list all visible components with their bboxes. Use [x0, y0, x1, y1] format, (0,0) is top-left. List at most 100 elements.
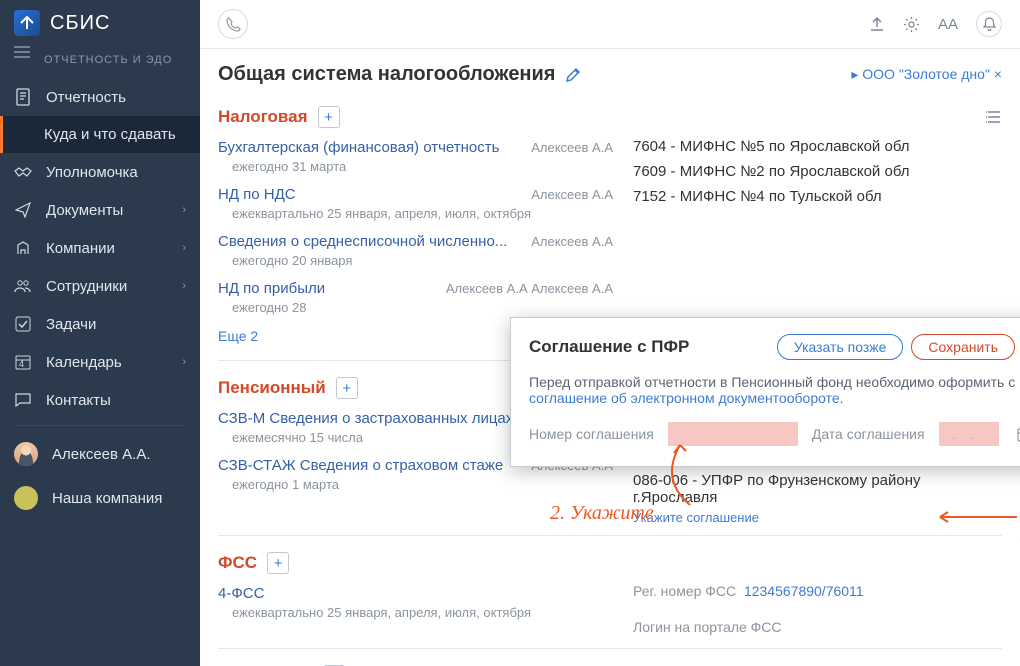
- people-icon: [14, 277, 32, 295]
- report-link[interactable]: СЗВ-М Сведения о застрахованных лицах: [218, 410, 513, 427]
- report-schedule: ежеквартально 25 января, апреля, июля, о…: [218, 203, 613, 223]
- menu-icon[interactable]: [14, 46, 30, 58]
- report-item: 4-ФСС ежеквартально 25 января, апреля, и…: [218, 580, 613, 627]
- add-button[interactable]: +: [318, 106, 340, 128]
- gear-icon[interactable]: [903, 16, 920, 33]
- report-schedule: ежегодно 20 января: [218, 250, 613, 270]
- report-schedule: ежегодно 31 марта: [218, 156, 613, 176]
- nav-label: Контакты: [46, 392, 111, 409]
- modal-title: Соглашение с ПФР: [529, 337, 689, 357]
- org-link[interactable]: ▸ ООО "Золотое дно" ×: [851, 66, 1002, 83]
- main: AA Общая система налогообложения ▸ ООО "…: [200, 0, 1020, 666]
- later-button[interactable]: Указать позже: [777, 334, 904, 360]
- nav-item-where-submit[interactable]: Куда и что сдавать: [0, 116, 200, 153]
- author-label: Алексеев А.А: [531, 140, 613, 155]
- nav-item-contacts[interactable]: Контакты: [0, 381, 200, 419]
- nav: Отчетность Куда и что сдавать Уполномочк…: [0, 78, 200, 520]
- chevron-right-icon: ›: [182, 356, 186, 368]
- section-tax-head: Налоговая +: [218, 100, 1002, 134]
- fss-login-label: Логин на портале ФСС: [633, 616, 1002, 638]
- nav-label: Календарь: [46, 354, 122, 371]
- report-link[interactable]: НД по прибыли: [218, 280, 325, 297]
- add-button[interactable]: +: [336, 377, 358, 399]
- divider: [218, 535, 1002, 536]
- report-item: Сведения о среднесписочной численно... А…: [218, 228, 613, 275]
- authority-item: 086-006 - УПФР по Фрунзенскому району г.…: [633, 468, 1002, 510]
- agreement-date-input[interactable]: [939, 422, 999, 446]
- report-item: НД по НДС Алексеев А.А ежеквартально 25 …: [218, 181, 613, 228]
- report-item: НД по прибыли Алексеев А.А Алексеев А.А …: [218, 275, 613, 322]
- section-stat-head: Статистика + 12345678: [218, 659, 613, 666]
- nav-label: Наша компания: [52, 490, 162, 507]
- font-size-icon[interactable]: AA: [938, 16, 958, 33]
- section-title: ФСС: [218, 553, 257, 573]
- nav-label: Сотрудники: [46, 278, 127, 295]
- handshake-icon: [14, 163, 32, 181]
- nav-item-user[interactable]: Алексеев А.А.: [0, 432, 200, 476]
- report-schedule: ежегодно 28: [218, 297, 613, 317]
- author-label: Алексеев А.А Алексеев А.А: [446, 281, 613, 296]
- number-label: Номер соглашения: [529, 426, 654, 442]
- report-link[interactable]: Бухгалтерская (финансовая) отчетность: [218, 139, 499, 156]
- divider: [218, 648, 1002, 649]
- nav-label: Компании: [46, 240, 115, 257]
- check-icon: [14, 315, 32, 333]
- report-link[interactable]: Сведения о среднесписочной численно...: [218, 233, 507, 250]
- nav-item-companies[interactable]: Компании ›: [0, 229, 200, 267]
- page-title: Общая система налогообложения: [218, 63, 555, 86]
- report-link[interactable]: СЗВ-СТАЖ Сведения о страховом стаже: [218, 457, 503, 474]
- chevron-right-icon: ›: [182, 280, 186, 292]
- date-label: Дата соглашения: [812, 426, 925, 442]
- separator: [14, 425, 186, 426]
- nav-label: Уполномочка: [46, 164, 138, 181]
- specify-agreement-link[interactable]: Укажите соглашение: [633, 510, 1002, 525]
- section-title: Пенсионный: [218, 378, 326, 398]
- fss-reg-number[interactable]: 1234567890/76011: [744, 583, 864, 599]
- author-label: Алексеев А.А: [531, 234, 613, 249]
- agreement-number-input[interactable]: [668, 422, 798, 446]
- authority-item: 7152 - МИФНС №4 по Тульской обл: [633, 184, 1002, 209]
- calendar-icon: 4: [14, 353, 32, 371]
- edit-icon[interactable]: [565, 67, 581, 83]
- nav-item-employees[interactable]: Сотрудники ›: [0, 267, 200, 305]
- fss-reg-row: Рег. номер ФСС 1234567890/76011: [633, 580, 1002, 602]
- report-schedule: ежеквартально 25 января, апреля, июля, о…: [218, 602, 613, 622]
- agreement-modal: Соглашение с ПФР Указать позже Сохранить…: [510, 317, 1020, 467]
- nav-item-auth[interactable]: Уполномочка: [0, 153, 200, 191]
- calendar-picker-icon[interactable]: [1017, 427, 1020, 442]
- bell-icon[interactable]: [976, 11, 1002, 37]
- send-icon: [14, 201, 32, 219]
- page-head: Общая система налогообложения ▸ ООО "Зол…: [218, 49, 1002, 100]
- authority-item: 7609 - МИФНС №2 по Ярославской обл: [633, 159, 1002, 184]
- add-button[interactable]: +: [267, 552, 289, 574]
- nav-item-reports[interactable]: Отчетность: [0, 78, 200, 116]
- company-avatar-icon: [14, 486, 38, 510]
- nav-item-docs[interactable]: Документы ›: [0, 191, 200, 229]
- list-view-icon[interactable]: [986, 111, 1002, 123]
- company-icon: [14, 239, 32, 257]
- nav-item-tasks[interactable]: Задачи: [0, 305, 200, 343]
- report-link[interactable]: НД по НДС: [218, 186, 296, 203]
- chevron-right-icon: ›: [182, 204, 186, 216]
- author-label: Алексеев А.А: [531, 187, 613, 202]
- report-schedule: ежегодно 1 марта: [218, 474, 613, 494]
- section-fss-head: ФСС +: [218, 546, 1002, 580]
- nav-item-calendar[interactable]: 4 Календарь ›: [0, 343, 200, 381]
- nav-item-our-company[interactable]: Наша компания: [0, 476, 200, 520]
- document-icon: [14, 88, 32, 106]
- nav-label: Отчетность: [46, 89, 126, 106]
- chevron-right-icon: ›: [182, 242, 186, 254]
- nav-label: Задачи: [46, 316, 96, 333]
- nav-label: Документы: [46, 202, 123, 219]
- call-button[interactable]: [218, 9, 248, 39]
- edo-agreement-link[interactable]: соглашение об электронном документооборо…: [529, 390, 840, 406]
- save-button[interactable]: Сохранить: [911, 334, 1015, 360]
- brand-name: СБИС: [50, 12, 110, 35]
- authority-item: 7604 - МИФНС №5 по Ярославской обл: [633, 134, 1002, 159]
- report-item: Бухгалтерская (финансовая) отчетность Ал…: [218, 134, 613, 181]
- modal-body: Перед отправкой отчетности в Пенсионный …: [529, 362, 1020, 406]
- section-title: Налоговая: [218, 107, 308, 127]
- upload-icon[interactable]: [869, 16, 885, 32]
- report-link[interactable]: 4-ФСС: [218, 585, 264, 602]
- brand: СБИС: [0, 0, 200, 46]
